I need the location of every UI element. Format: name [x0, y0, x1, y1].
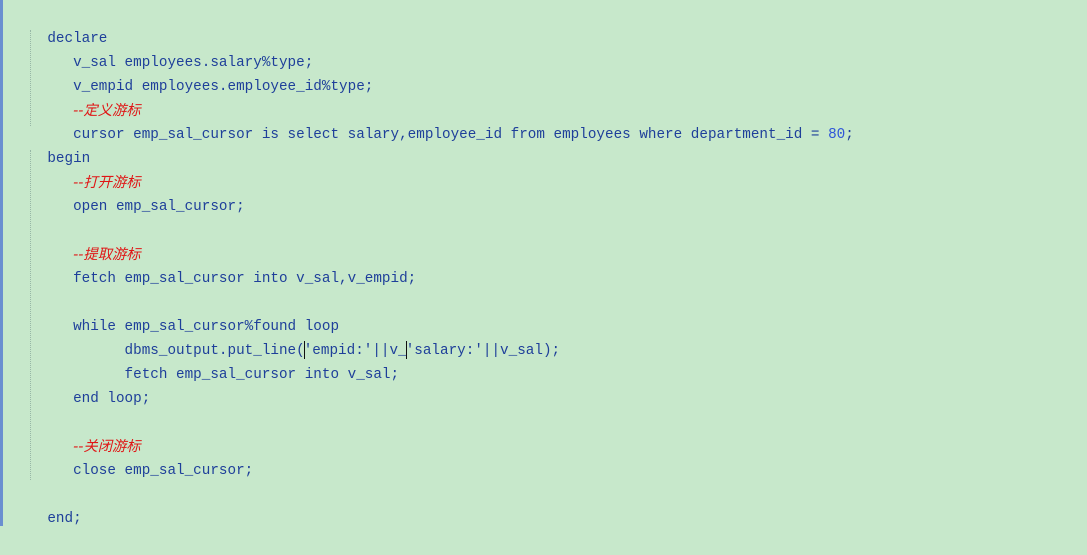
code-line-10[interactable]: --提取游标 [13, 219, 141, 263]
code-line-16[interactable]: end loop; [13, 363, 150, 407]
code-editor[interactable]: declare v_sal employees.salary%type; v_e… [0, 0, 1087, 527]
code-line-8[interactable]: open emp_sal_cursor; [13, 171, 245, 215]
cursor-declaration: cursor emp_sal_cursor is select salary,e… [47, 127, 829, 143]
code-line-7[interactable]: --打开游标 [13, 147, 141, 191]
open-statement: open emp_sal_cursor; [47, 199, 245, 215]
code-line-18[interactable]: --关闭游标 [13, 411, 141, 455]
code-line-14[interactable]: dbms_output.put_line('empid:'||v_'salary… [13, 315, 560, 360]
end-loop-statement: end loop; [47, 391, 151, 407]
string-expression: 'salary:'||v_sal); [405, 343, 561, 359]
code-line-15[interactable]: fetch emp_sal_cursor into v_sal; [13, 339, 400, 383]
code-line-19[interactable]: close emp_sal_cursor; [13, 435, 253, 479]
statement-terminator: ; [845, 127, 854, 143]
fetch-statement: fetch emp_sal_cursor into v_sal,v_empid; [47, 271, 417, 287]
code-line-21[interactable]: end; [13, 483, 81, 527]
code-line-5[interactable]: cursor emp_sal_cursor is select salary,e… [13, 99, 854, 143]
numeric-literal: 80 [828, 127, 846, 143]
keyword-end: end; [47, 511, 82, 527]
code-line-4[interactable]: --定义游标 [13, 75, 141, 119]
code-line-2[interactable]: v_sal employees.salary%type; [13, 27, 313, 71]
code-line-6[interactable]: begin [13, 123, 90, 167]
code-line-3[interactable]: v_empid employees.employee_id%type; [13, 51, 373, 95]
code-line-13[interactable]: while emp_sal_cursor%found loop [13, 291, 339, 335]
code-line-1[interactable]: declare [13, 3, 107, 47]
close-statement: close emp_sal_cursor; [47, 463, 254, 479]
code-line-11[interactable]: fetch emp_sal_cursor into v_sal,v_empid; [13, 243, 416, 287]
